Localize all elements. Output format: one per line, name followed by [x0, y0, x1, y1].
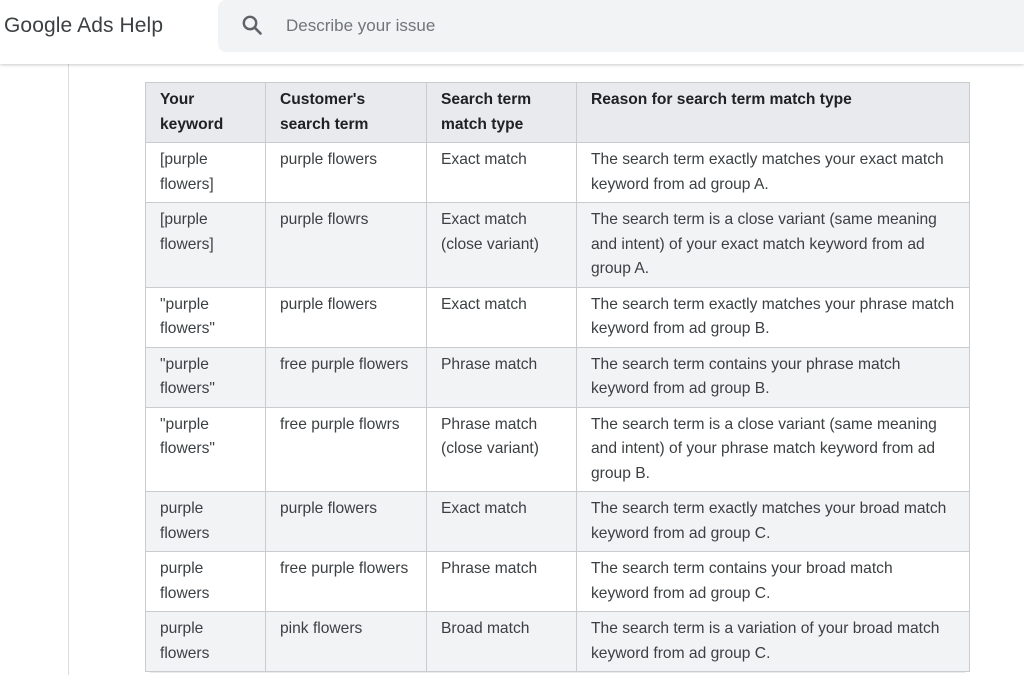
search-icon[interactable] [240, 13, 264, 37]
cell-reason: The search term is a variation of your b… [576, 611, 970, 672]
cell-keyword: purple flowers [145, 491, 266, 552]
top-app-bar: Google Ads Help [0, 0, 1024, 64]
cell-match-type: Exact match [426, 286, 577, 348]
cell-search-term: purple flowers [265, 142, 427, 203]
table-row: "purple flowers" free purple flowrs Phra… [145, 406, 970, 492]
cell-reason: The search term exactly matches your bro… [576, 491, 970, 552]
search-box[interactable] [218, 0, 1024, 52]
cell-match-type: Phrase match (close variant) [426, 406, 577, 492]
cell-keyword: "purple flowers" [145, 346, 266, 408]
cell-search-term: free purple flowers [265, 551, 427, 612]
cell-keyword: purple flowers [145, 611, 266, 672]
cell-match-type: Exact match (close variant) [426, 202, 577, 288]
cell-search-term: pink flowers [265, 611, 427, 672]
cell-keyword: purple flowers [145, 551, 266, 612]
column-header-match-type: Search term match type [426, 82, 577, 143]
column-header-search-term: Customer's search term [265, 82, 427, 143]
table-row: [purple flowers] purple flowers Exact ma… [145, 142, 970, 203]
cell-match-type: Phrase match [426, 346, 577, 408]
cell-keyword: [purple flowers] [145, 202, 266, 288]
cell-match-type: Phrase match [426, 551, 577, 612]
cell-match-type: Broad match [426, 611, 577, 672]
column-header-reason: Reason for search term match type [576, 82, 970, 143]
column-header-your-keyword: Your keyword [145, 82, 266, 143]
cell-keyword: "purple flowers" [145, 286, 266, 348]
table-row: [purple flowers] purple flowrs Exact mat… [145, 202, 970, 288]
cell-search-term: free purple flowrs [265, 406, 427, 492]
cell-reason: The search term contains your phrase mat… [576, 346, 970, 408]
cell-reason: The search term exactly matches your phr… [576, 286, 970, 348]
cell-reason: The search term is a close variant (same… [576, 202, 970, 288]
cell-search-term: free purple flowers [265, 346, 427, 408]
cell-keyword: [purple flowers] [145, 142, 266, 203]
cell-search-term: purple flowers [265, 491, 427, 552]
cell-search-term: purple flowrs [265, 202, 427, 288]
content-left-divider [68, 64, 69, 675]
cell-search-term: purple flowers [265, 286, 427, 348]
cell-reason: The search term contains your broad matc… [576, 551, 970, 612]
cell-reason: The search term exactly matches your exa… [576, 142, 970, 203]
table-row: purple flowers free purple flowers Phras… [145, 551, 970, 612]
cell-reason: The search term is a close variant (same… [576, 406, 970, 492]
table-row: "purple flowers" free purple flowers Phr… [145, 346, 970, 408]
table-header-row: Your keyword Customer's search term Sear… [145, 82, 970, 143]
match-type-table: Your keyword Customer's search term Sear… [145, 82, 970, 672]
search-input[interactable] [284, 11, 888, 41]
cell-keyword: "purple flowers" [145, 406, 266, 492]
table-row: purple flowers pink flowers Broad match … [145, 611, 970, 672]
cell-match-type: Exact match [426, 491, 577, 552]
cell-match-type: Exact match [426, 142, 577, 203]
table-row: purple flowers purple flowers Exact matc… [145, 491, 970, 552]
table-row: "purple flowers" purple flowers Exact ma… [145, 286, 970, 348]
help-center-title[interactable]: Google Ads Help [4, 14, 163, 38]
content-bottom-divider [150, 672, 965, 673]
